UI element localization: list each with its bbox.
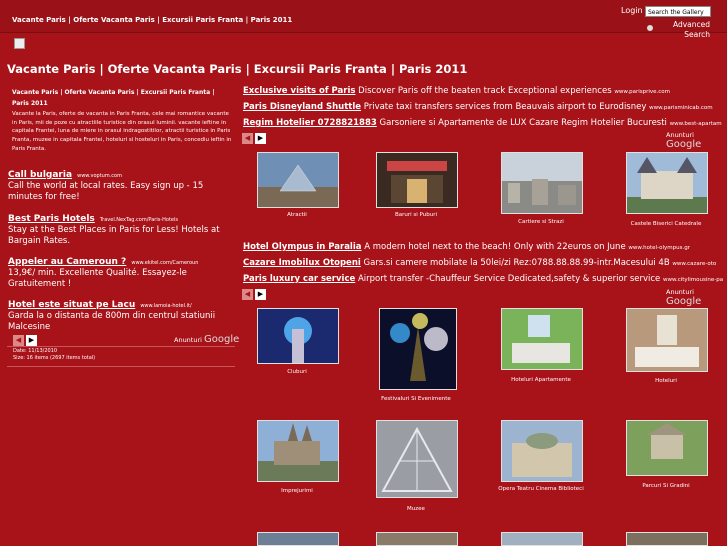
ad-url: www.citylimousine-pa — [662, 277, 724, 283]
gallery-thumbnail[interactable] — [626, 532, 708, 546]
divider — [7, 346, 235, 347]
ad-title[interactable]: Exclusive visits of Paris — [243, 86, 355, 96]
ads-by-google[interactable]: Anunturi Google — [666, 288, 727, 307]
ad-description: Garsoniere si Apartamente de LUX Cazare … — [379, 118, 667, 128]
gallery-caption[interactable]: Parcuri Si Gradini — [616, 483, 716, 489]
ad-description: Gars.si camere mobilate la 50lei/zi Rez:… — [363, 258, 670, 268]
ad-title[interactable]: Cazare Imobilux Otopeni — [243, 258, 361, 268]
ad-title[interactable]: Call bulgaria — [8, 170, 72, 180]
sidebar-ad[interactable]: Call bulgaria www.voptum.com Call the wo… — [8, 162, 230, 203]
album-size: Size: 16 items (2697 items total) — [13, 355, 96, 361]
gallery-thumbnail[interactable] — [501, 420, 583, 482]
gallery-thumbnail[interactable] — [626, 152, 708, 214]
right-ad[interactable]: Paris luxury car service Airport transfe… — [243, 274, 723, 284]
sidebar-ad[interactable]: Hotel este situat pe Lacu www.lamoia-hot… — [8, 292, 230, 333]
ad-url: Travel.NexTag.com/Paris-Hotels — [99, 217, 178, 223]
album-date: Date: 11/13/2010 — [13, 348, 58, 354]
gallery-caption[interactable]: Festivaluri Si Evenimente — [366, 396, 466, 402]
ad-title[interactable]: Hotel este situat pe Lacu — [8, 300, 135, 310]
ad-title[interactable]: Appeler au Cameroun ? — [8, 257, 126, 267]
ad-url: www.ekitel.com/Cameroun — [131, 260, 199, 266]
gallery-thumbnail[interactable] — [626, 420, 708, 476]
next-ad-button[interactable]: ▶ — [26, 335, 37, 346]
gallery-caption[interactable]: Cluburi — [247, 369, 347, 375]
ad-url: www.voptum.com — [77, 173, 122, 179]
ad-pager: ◀ ▶ — [242, 133, 266, 144]
ad-description: 13,9€/ min. Excellente Qualité. Essayez-… — [8, 268, 187, 289]
gallery-thumbnail[interactable] — [501, 532, 583, 546]
ad-title[interactable]: Hotel Olympus in Paralia — [243, 242, 362, 252]
right-ad[interactable]: Cazare Imobilux Otopeni Gars.si camere m… — [243, 258, 716, 268]
ad-title[interactable]: Paris Disneyland Shuttle — [243, 102, 361, 112]
ad-url: www.hotel-olympus.gr — [628, 245, 690, 251]
right-ad[interactable]: Exclusive visits of Paris Discover Paris… — [243, 86, 670, 96]
gallery-caption[interactable]: Atractii — [247, 212, 347, 218]
divider — [7, 366, 235, 367]
sidebar-ad[interactable]: Appeler au Cameroun ? www.ekitel.com/Cam… — [8, 249, 230, 290]
right-ad[interactable]: Hotel Olympus in Paralia A modern hotel … — [243, 242, 690, 252]
gallery-thumbnail[interactable] — [257, 420, 339, 482]
gallery-caption[interactable]: Castele Biserici Catedrale — [616, 221, 716, 227]
gallery-thumbnail[interactable] — [376, 152, 458, 208]
ad-description: A modern hotel next to the beach! Only w… — [364, 242, 626, 252]
breadcrumb: Vacante Paris | Oferte Vacanta Paris | E… — [12, 16, 293, 24]
ad-description: Airport transfer -Chauffeur Service Dedi… — [357, 274, 661, 284]
gallery-thumbnail[interactable] — [257, 532, 339, 546]
ad-description: Garda la o distanta de 800m din centrul … — [8, 311, 216, 332]
prev-ad-button[interactable]: ◀ — [13, 335, 24, 346]
ad-title[interactable]: Best Paris Hotels — [8, 214, 95, 224]
ad-url: www.best-apartam — [669, 121, 722, 127]
gallery-thumbnail[interactable] — [257, 152, 339, 208]
prev-ad-button[interactable]: ◀ — [242, 289, 253, 300]
sidebar-ad[interactable]: Best Paris Hotels Travel.NexTag.com/Pari… — [8, 206, 230, 247]
slideshow-icon[interactable] — [14, 38, 25, 49]
gallery-caption[interactable]: Baruri si Puburi — [366, 212, 466, 218]
login-link[interactable]: Login | — [621, 6, 648, 15]
ad-description: Private taxi transfers services from Bea… — [363, 102, 647, 112]
gallery-caption[interactable]: Hoteluri — [616, 378, 716, 384]
sidebar-description: Vacante la Paris, oferte de vacanta in P… — [12, 111, 232, 152]
gallery-caption[interactable]: Opera Teatru Cinema Biblioteci — [491, 486, 591, 492]
advanced-search-link[interactable]: Advanced Search — [670, 20, 710, 40]
ad-url: www.parisminicab.com — [649, 105, 713, 111]
sidebar-header: Vacante Paris | Oferte Vacanta Paris | E… — [12, 89, 215, 107]
search-input[interactable]: Search the Gallery — [645, 6, 711, 17]
ad-title[interactable]: Regim Hotelier 0728821883 — [243, 118, 377, 128]
google-logo: Google — [666, 139, 702, 150]
ad-description: Discover Paris off the beaten track Exce… — [358, 86, 612, 96]
gallery-thumbnail[interactable] — [379, 308, 457, 390]
ad-url: www.cazare-oto — [672, 261, 717, 267]
page-title: Vacante Paris | Oferte Vacanta Paris | E… — [7, 62, 468, 76]
ad-pager: ◀ ▶ — [13, 335, 37, 346]
gallery-thumbnail[interactable] — [376, 532, 458, 546]
gallery-caption[interactable]: Cartiere si Strazi — [491, 219, 591, 225]
ads-by-google[interactable]: Anunturi Google — [666, 131, 727, 150]
ad-url: www.parisprive.com — [614, 89, 671, 95]
gallery-thumbnail[interactable] — [626, 308, 708, 372]
ads-by-google[interactable]: Anunturi Google — [174, 334, 239, 345]
right-ad[interactable]: Regim Hotelier 0728821883 Garsoniere si … — [243, 118, 722, 128]
gallery-thumbnail[interactable] — [501, 152, 583, 214]
google-logo: Google — [666, 296, 702, 307]
prev-ad-button[interactable]: ◀ — [242, 133, 253, 144]
gallery-thumbnail[interactable] — [376, 420, 458, 498]
right-ad[interactable]: Paris Disneyland Shuttle Private taxi tr… — [243, 102, 713, 112]
top-bar: Vacante Paris | Oferte Vacanta Paris | E… — [0, 0, 727, 39]
next-ad-button[interactable]: ▶ — [255, 289, 266, 300]
gallery-thumbnail[interactable] — [501, 308, 583, 370]
ad-title[interactable]: Paris luxury car service — [243, 274, 355, 284]
gallery-caption[interactable]: Muzee — [366, 506, 466, 512]
gallery-thumbnail[interactable] — [257, 308, 339, 364]
ad-description: Stay at the Best Places in Paris for Les… — [8, 225, 220, 246]
ad-url: www.lamoia-hotel.it/ — [140, 303, 192, 309]
google-logo: Google — [204, 334, 240, 345]
gallery-caption[interactable]: Imprejurimi — [247, 488, 347, 494]
ad-pager: ◀ ▶ — [242, 289, 266, 300]
search-option-radio[interactable] — [647, 25, 653, 31]
gallery-caption[interactable]: Hoteluri Apartamente — [491, 377, 591, 383]
ad-description: Call the world at local rates. Easy sign… — [8, 181, 204, 202]
next-ad-button[interactable]: ▶ — [255, 133, 266, 144]
